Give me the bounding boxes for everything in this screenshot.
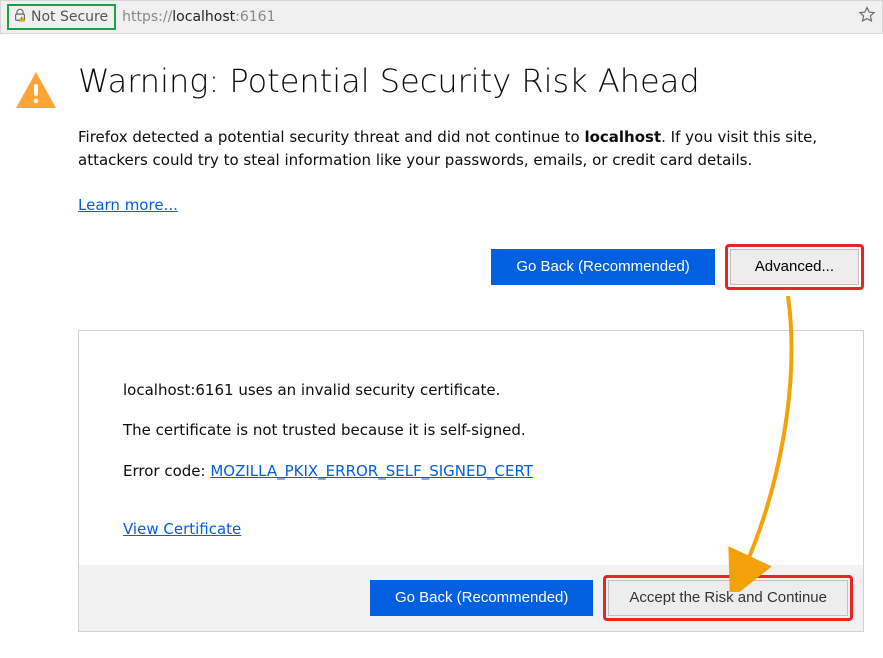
error-code-label: Error code: xyxy=(123,462,210,480)
accept-risk-button[interactable]: Accept the Risk and Continue xyxy=(608,580,848,616)
page-body: Warning: Potential Security Risk Ahead F… xyxy=(0,34,883,632)
details-panel: localhost:6161 uses an invalid security … xyxy=(78,330,864,632)
lock-warning-icon xyxy=(13,8,27,26)
bookmark-star-icon[interactable] xyxy=(858,6,876,28)
content-column: Warning: Potential Security Risk Ahead F… xyxy=(78,62,864,632)
details-line-1: localhost:6161 uses an invalid security … xyxy=(123,379,819,402)
warning-paragraph: Firefox detected a potential security th… xyxy=(78,126,864,173)
url-protocol: https:// xyxy=(122,9,172,25)
not-secure-label: Not Secure xyxy=(31,9,108,25)
page-title: Warning: Potential Security Risk Ahead xyxy=(78,62,864,100)
url-rest: :6161 xyxy=(235,9,275,25)
details-line-2: The certificate is not trusted because i… xyxy=(123,419,819,442)
primary-button-row: Go Back (Recommended) Advanced... xyxy=(78,244,864,290)
details-action-row: Go Back (Recommended) Accept the Risk an… xyxy=(79,565,863,631)
error-code-link[interactable]: MOZILLA_PKIX_ERROR_SELF_SIGNED_CERT xyxy=(210,462,533,480)
warning-text-pre: Firefox detected a potential security th… xyxy=(78,128,584,146)
url-text[interactable]: https://localhost:6161 xyxy=(122,9,858,25)
annotation-highlight-advanced: Advanced... xyxy=(725,244,864,290)
annotation-highlight-accept: Accept the Risk and Continue xyxy=(603,575,853,621)
learn-more-link[interactable]: Learn more... xyxy=(78,196,178,214)
details-error-line: Error code: MOZILLA_PKIX_ERROR_SELF_SIGN… xyxy=(123,460,819,483)
advanced-button[interactable]: Advanced... xyxy=(730,249,859,285)
warning-text-host: localhost xyxy=(584,128,661,146)
view-certificate-link[interactable]: View Certificate xyxy=(123,518,241,541)
details-go-back-button[interactable]: Go Back (Recommended) xyxy=(370,580,593,616)
address-bar: Not Secure https://localhost:6161 xyxy=(0,0,883,34)
url-host: localhost xyxy=(172,9,235,25)
warning-triangle-icon xyxy=(12,66,60,118)
details-body: localhost:6161 uses an invalid security … xyxy=(79,331,863,565)
not-secure-badge: Not Secure xyxy=(7,4,116,30)
go-back-button[interactable]: Go Back (Recommended) xyxy=(491,249,714,285)
